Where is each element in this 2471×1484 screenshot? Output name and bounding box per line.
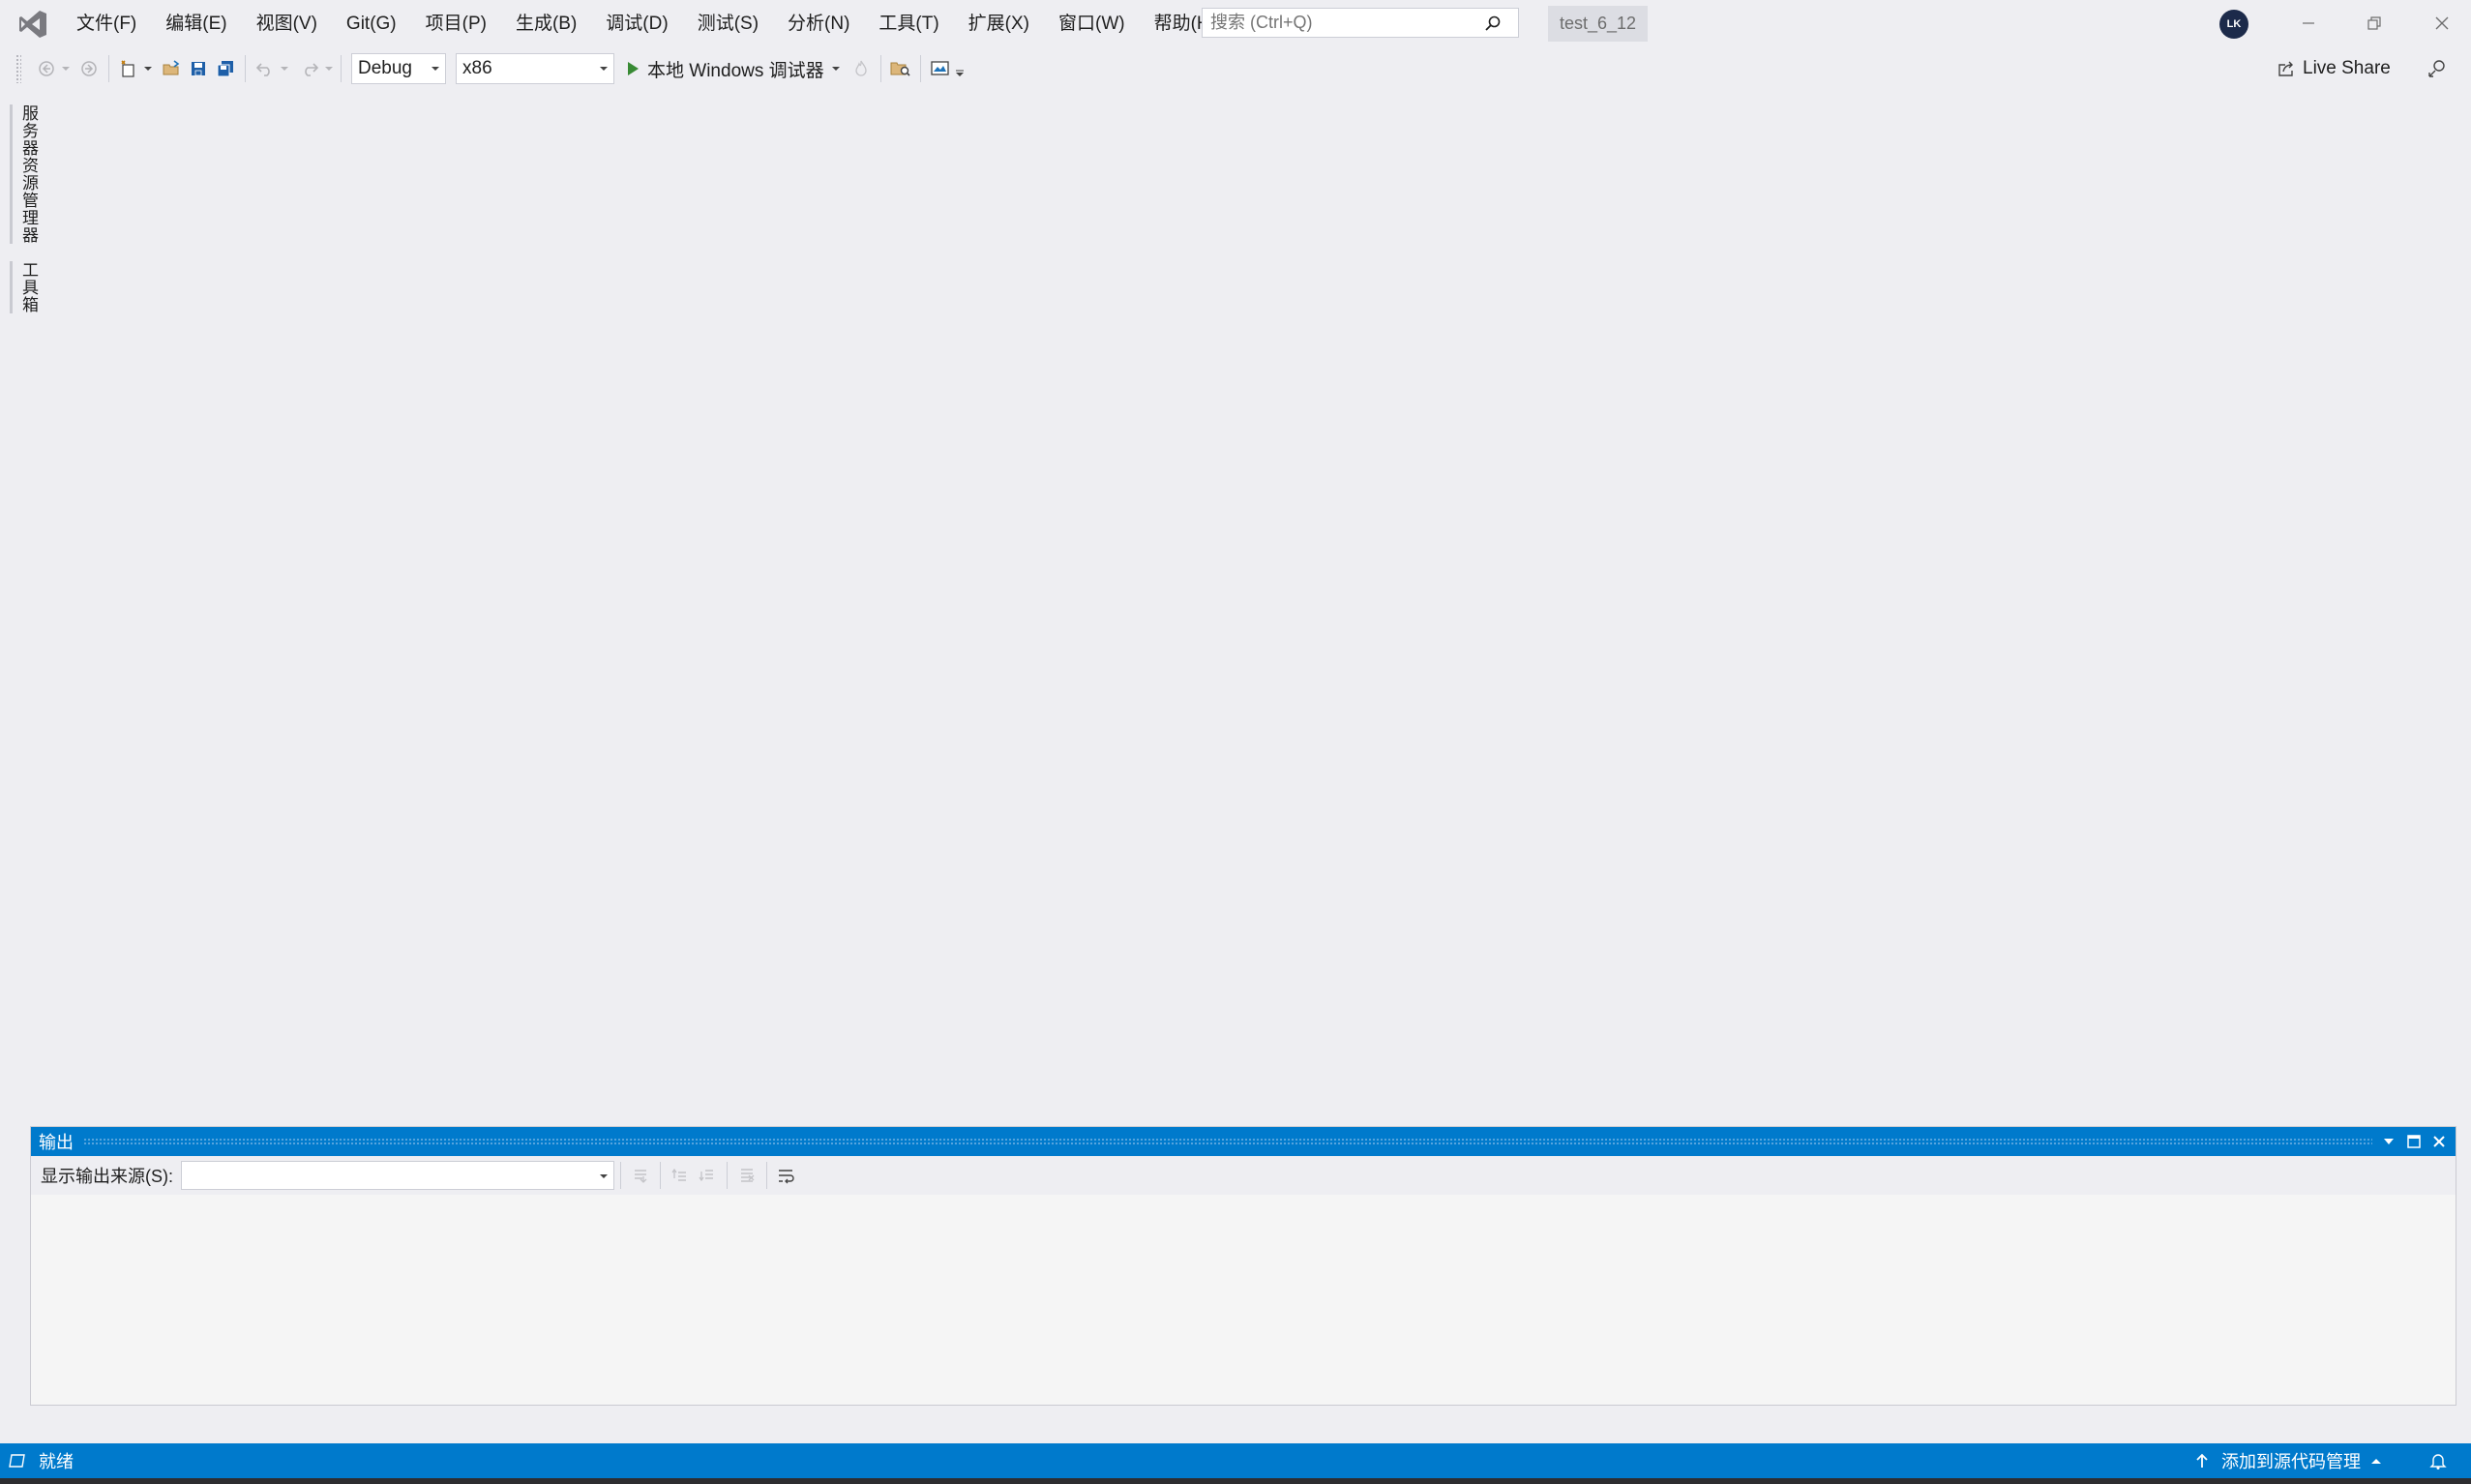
standard-toolbar: Debug x86 本地 Windows 调试器 Live Share	[0, 48, 2471, 89]
menu-analyze[interactable]: 分析(N)	[773, 0, 864, 48]
play-icon	[628, 62, 639, 75]
close-icon[interactable]	[2413, 0, 2471, 46]
toolbar-separator	[766, 1162, 767, 1189]
window-position-dropdown-icon[interactable]	[2376, 1127, 2401, 1156]
menu-view[interactable]: 视图(V)	[242, 0, 332, 48]
screenshot-icon[interactable]	[927, 54, 954, 83]
clear-all-icon[interactable]	[733, 1161, 760, 1190]
forward-icon[interactable]	[75, 54, 103, 83]
run-target-dropdown-icon[interactable]	[830, 54, 842, 83]
chevron-up-icon	[2371, 1459, 2381, 1464]
menu-edit[interactable]: 编辑(E)	[151, 0, 241, 48]
find-in-files-icon[interactable]	[887, 54, 914, 83]
close-panel-icon[interactable]	[2426, 1127, 2452, 1156]
live-share-button[interactable]: Live Share	[2276, 54, 2391, 83]
output-text-area[interactable]	[31, 1195, 2456, 1405]
redo-dropdown-icon[interactable]	[323, 54, 335, 83]
menu-build[interactable]: 生成(B)	[501, 0, 591, 48]
toolbar-separator	[660, 1162, 661, 1189]
minimize-icon[interactable]	[2279, 0, 2337, 46]
search-box[interactable]	[1202, 8, 1519, 38]
toggle-word-wrap-icon[interactable]	[773, 1161, 800, 1190]
status-bar: 就绪 添加到源代码管理	[0, 1443, 2471, 1478]
toolbar-separator	[620, 1162, 621, 1189]
solution-name-badge[interactable]: test_6_12	[1548, 6, 1649, 42]
output-source-label: 显示输出来源(S):	[41, 1167, 173, 1186]
live-share-icon	[2278, 61, 2293, 76]
vs-logo-icon	[14, 5, 52, 44]
menu-bar: 文件(F) 编辑(E) 视图(V) Git(G) 项目(P) 生成(B) 调试(…	[62, 0, 1231, 48]
find-message-in-code-icon[interactable]	[627, 1161, 654, 1190]
search-icon[interactable]	[1478, 9, 1507, 38]
start-debugging-button[interactable]: 本地 Windows 调试器	[620, 53, 830, 84]
toolbar-separator	[108, 55, 109, 82]
toolbar-separator	[879, 55, 881, 82]
output-source-select[interactable]	[181, 1161, 614, 1190]
next-message-icon[interactable]	[694, 1161, 721, 1190]
save-icon[interactable]	[185, 54, 212, 83]
tab-server-explorer[interactable]: 服务器资源管理器	[10, 104, 41, 244]
open-icon[interactable]	[158, 54, 185, 83]
back-icon[interactable]	[33, 54, 60, 83]
menu-test[interactable]: 测试(S)	[683, 0, 773, 48]
chevron-down-icon	[432, 67, 439, 71]
toolbar-separator	[727, 1162, 728, 1189]
menu-window[interactable]: 窗口(W)	[1044, 0, 1140, 48]
feedback-icon[interactable]	[2423, 54, 2452, 83]
save-all-icon[interactable]	[212, 54, 239, 83]
up-arrow-icon	[2196, 1453, 2208, 1468]
maximize-icon[interactable]	[2401, 1127, 2426, 1156]
platform-value: x86	[462, 58, 492, 78]
status-text: 就绪	[39, 1452, 74, 1471]
source-control-label: 添加到源代码管理	[2221, 1452, 2361, 1471]
undo-dropdown-icon[interactable]	[279, 54, 290, 83]
toolbar-overflow-icon[interactable]	[954, 59, 966, 88]
toolbar-grip[interactable]	[15, 54, 21, 83]
chevron-down-icon	[600, 67, 608, 71]
new-project-icon[interactable]	[115, 54, 142, 83]
output-title: 输出	[39, 1133, 74, 1152]
title-bar: 文件(F) 编辑(E) 视图(V) Git(G) 项目(P) 生成(B) 调试(…	[0, 0, 2471, 48]
hot-reload-icon[interactable]	[848, 54, 875, 83]
back-dropdown-icon[interactable]	[60, 54, 72, 83]
solution-platform-select[interactable]: x86	[456, 53, 614, 84]
menu-git[interactable]: Git(G)	[332, 0, 411, 48]
undo-icon[interactable]	[252, 54, 279, 83]
panel-grip	[83, 1138, 2372, 1145]
tab-toolbox[interactable]: 工具箱	[10, 261, 41, 313]
restore-icon[interactable]	[2345, 0, 2403, 46]
taskbar-edge	[0, 1478, 2471, 1484]
add-to-source-control-button[interactable]: 添加到源代码管理	[2194, 1443, 2382, 1478]
menu-extensions[interactable]: 扩展(X)	[954, 0, 1044, 48]
toolbar-separator	[919, 55, 921, 82]
previous-message-icon[interactable]	[667, 1161, 694, 1190]
menu-tools[interactable]: 工具(T)	[864, 0, 953, 48]
bell-icon[interactable]	[2425, 1447, 2452, 1474]
search-input[interactable]	[1203, 12, 1478, 34]
menu-project[interactable]: 项目(P)	[411, 0, 501, 48]
output-header[interactable]: 输出	[31, 1127, 2456, 1156]
menu-file[interactable]: 文件(F)	[62, 0, 151, 48]
new-project-dropdown-icon[interactable]	[142, 54, 154, 83]
chevron-down-icon	[600, 1174, 608, 1178]
live-share-label: Live Share	[2303, 58, 2391, 78]
configuration-value: Debug	[358, 58, 412, 78]
solution-configuration-select[interactable]: Debug	[351, 53, 446, 84]
run-target-label: 本地 Windows 调试器	[647, 60, 824, 81]
menu-debug[interactable]: 调试(D)	[591, 0, 682, 48]
status-ready-icon	[9, 1454, 25, 1468]
toolbar-separator	[245, 55, 246, 82]
output-panel: 输出 显示输出来源(S):	[30, 1126, 2456, 1406]
redo-icon[interactable]	[296, 54, 323, 83]
output-toolbar: 显示输出来源(S):	[31, 1156, 2456, 1195]
account-avatar[interactable]: LK	[2219, 10, 2248, 39]
toolbar-separator	[341, 55, 342, 82]
